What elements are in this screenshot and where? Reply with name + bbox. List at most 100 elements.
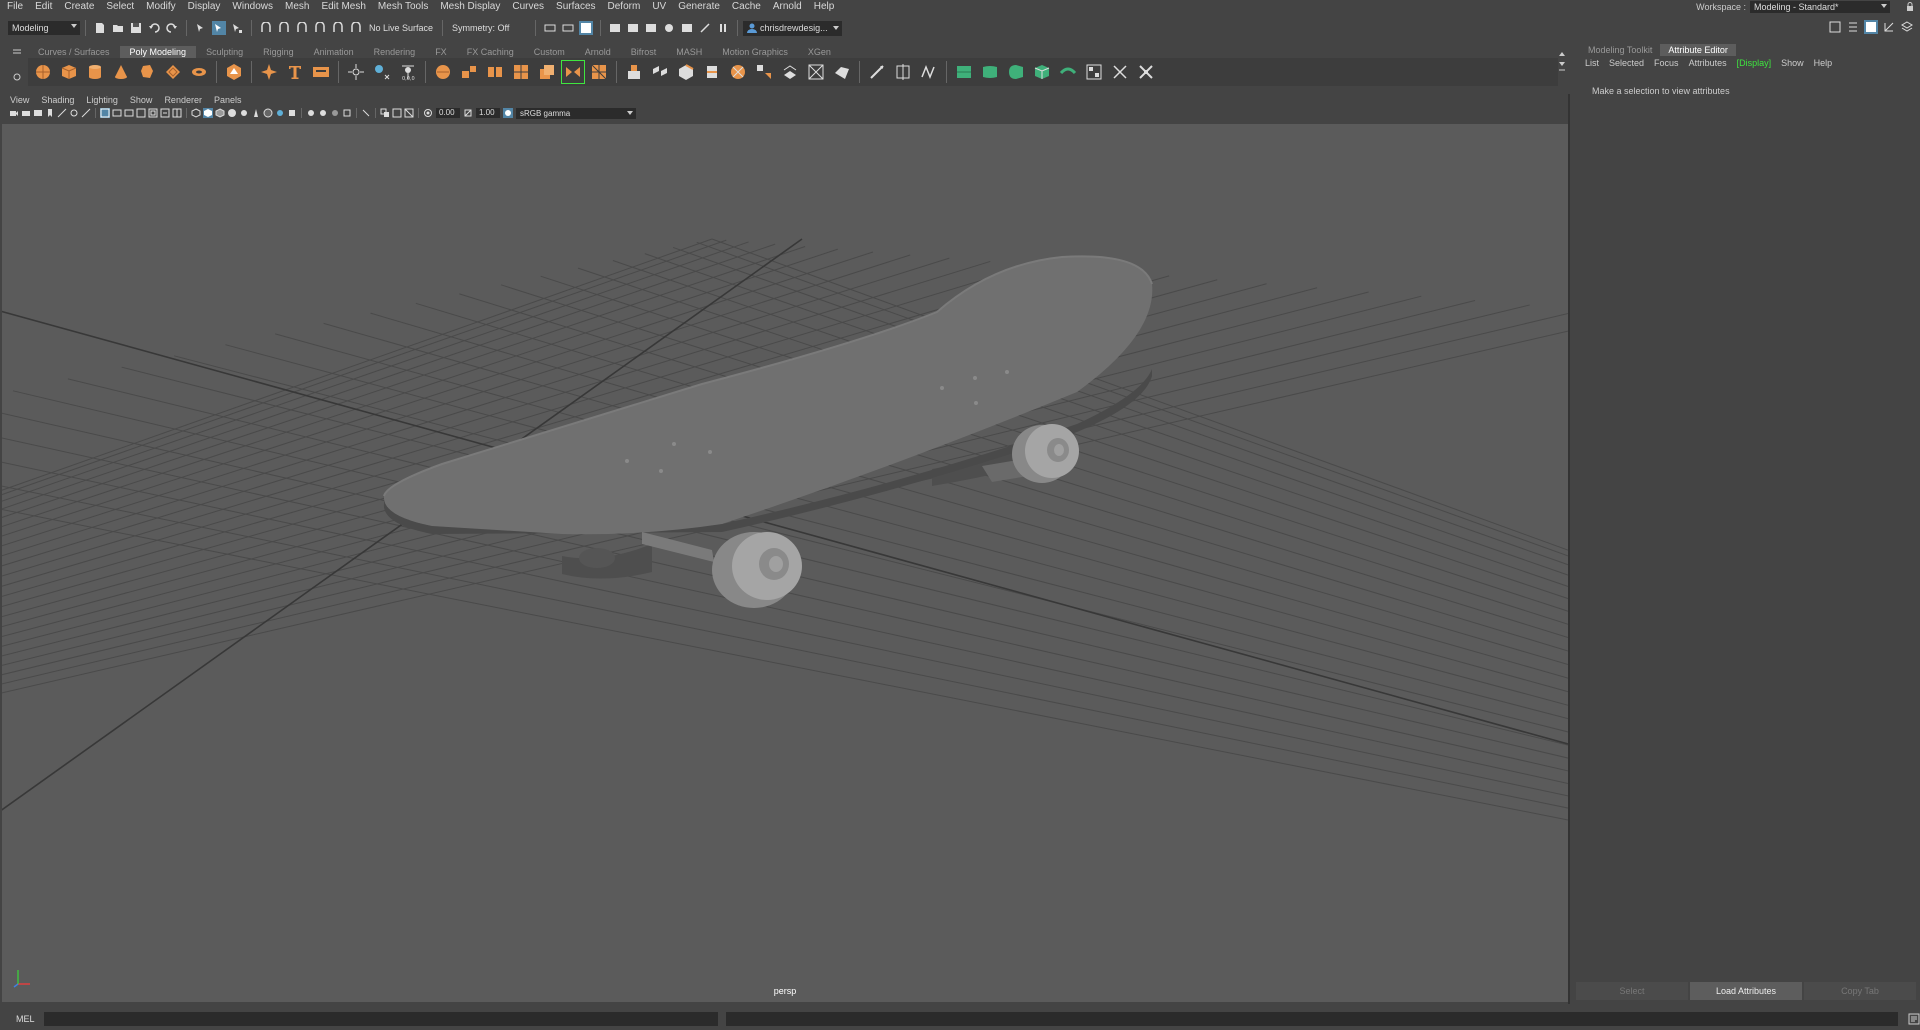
poly-cube-icon[interactable]: [58, 61, 80, 83]
multi-cut-icon[interactable]: [701, 61, 723, 83]
mel-command-input[interactable]: [43, 1012, 719, 1026]
move-tool-icon[interactable]: [345, 61, 367, 83]
append-polygon-icon[interactable]: [753, 61, 775, 83]
tab-attribute-editor[interactable]: Attribute Editor: [1660, 44, 1736, 56]
uv-automatic-icon[interactable]: [1031, 61, 1053, 83]
panel-menu-view[interactable]: View: [0, 94, 35, 106]
shelf-tab-custom[interactable]: Custom: [524, 46, 575, 58]
ipr-render-icon[interactable]: [626, 21, 640, 35]
menu-edit-mesh[interactable]: Edit Mesh: [315, 0, 371, 14]
crease-icon[interactable]: [918, 61, 940, 83]
snap-icon[interactable]: [349, 21, 363, 35]
input-ops-icon[interactable]: [543, 21, 557, 35]
camera-attributes-icon[interactable]: [21, 108, 31, 118]
bookmarks-icon[interactable]: [33, 108, 43, 118]
view-transform-dropdown[interactable]: sRGB gamma: [516, 107, 636, 119]
x-ray-icon[interactable]: [330, 108, 340, 118]
attr-menu-help[interactable]: Help: [1809, 57, 1838, 69]
textured-icon[interactable]: [227, 108, 237, 118]
toggle-layer-editor-icon[interactable]: [1900, 20, 1914, 34]
attr-menu-attributes[interactable]: Attributes: [1684, 57, 1732, 69]
menu-deform[interactable]: Deform: [602, 0, 647, 14]
toggle-channel-box-icon[interactable]: [1846, 20, 1860, 34]
shelf-tab-xgen[interactable]: XGen: [798, 46, 841, 58]
smooth-icon[interactable]: [510, 61, 532, 83]
3d-viewport[interactable]: persp: [2, 124, 1568, 1002]
open-scene-icon[interactable]: [111, 21, 125, 35]
grease-pencil-icon[interactable]: [69, 108, 79, 118]
menu-mesh-display[interactable]: Mesh Display: [434, 0, 506, 14]
shelf-tab-motion-graphics[interactable]: Motion Graphics: [712, 46, 798, 58]
snap-to-grid-icon[interactable]: [259, 21, 273, 35]
shelf-tab-arnold[interactable]: Arnold: [575, 46, 621, 58]
extract-icon[interactable]: [484, 61, 506, 83]
wireframe-shading-icon[interactable]: [191, 108, 201, 118]
panel-menu-panels[interactable]: Panels: [208, 94, 248, 106]
gate-mask-icon[interactable]: [124, 108, 134, 118]
panel-menu-lighting[interactable]: Lighting: [80, 94, 124, 106]
panel-menu-shading[interactable]: Shading: [35, 94, 80, 106]
svg-icon[interactable]: [310, 61, 332, 83]
shelf-scroll-arrows-icon[interactable]: [1558, 50, 1566, 74]
type-icon[interactable]: [284, 61, 306, 83]
wireframe-on-shaded-icon[interactable]: [215, 108, 225, 118]
select-by-component-icon[interactable]: [230, 21, 244, 35]
attr-menu-selected[interactable]: Selected: [1604, 57, 1649, 69]
exposure-icon[interactable]: [423, 108, 433, 118]
fill-hole-icon[interactable]: [727, 61, 749, 83]
save-scene-icon[interactable]: [129, 21, 143, 35]
select-by-object-icon[interactable]: [212, 21, 226, 35]
shelf-tab-fx-caching[interactable]: FX Caching: [457, 46, 524, 58]
snap-to-point-icon[interactable]: [295, 21, 309, 35]
toggle-modeling-toolkit-icon[interactable]: [1828, 20, 1842, 34]
screen-space-ao-icon[interactable]: [263, 108, 273, 118]
make-live-icon[interactable]: [331, 21, 345, 35]
attr-menu-list[interactable]: List: [1580, 57, 1604, 69]
color-management-icon[interactable]: [503, 108, 513, 118]
motion-blur-icon[interactable]: [275, 108, 285, 118]
wireframe-icon[interactable]: [100, 108, 110, 118]
redo-icon[interactable]: [165, 21, 179, 35]
bridge-icon[interactable]: [649, 61, 671, 83]
uv-cut-sew-icon[interactable]: [1109, 61, 1131, 83]
platonic-solid-icon[interactable]: [223, 61, 245, 83]
load-attributes-button[interactable]: Load Attributes: [1690, 982, 1802, 1000]
safe-title-icon[interactable]: [160, 108, 170, 118]
tab-modeling-toolkit[interactable]: Modeling Toolkit: [1580, 44, 1660, 56]
menu-curves[interactable]: Curves: [506, 0, 550, 14]
menu-generate[interactable]: Generate: [672, 0, 726, 14]
hud-toggle-icon[interactable]: [404, 108, 414, 118]
menu-cache[interactable]: Cache: [726, 0, 767, 14]
scene-canvas[interactable]: [2, 124, 1568, 1002]
target-weld-icon[interactable]: [831, 61, 853, 83]
lock-icon[interactable]: [1906, 2, 1914, 11]
mirror-icon[interactable]: [561, 60, 585, 84]
uv-editor-icon[interactable]: [1135, 61, 1157, 83]
center-pivot-icon[interactable]: 0,0,0: [397, 61, 419, 83]
sweep-mesh-icon[interactable]: [258, 61, 280, 83]
toggle-attribute-editor-icon[interactable]: [1864, 20, 1878, 34]
select-camera-icon[interactable]: [9, 108, 19, 118]
workspace-dropdown[interactable]: Modeling - Standard*: [1750, 1, 1890, 13]
slide-edge-icon[interactable]: [892, 61, 914, 83]
combine-icon[interactable]: [432, 61, 454, 83]
poly-cone-icon[interactable]: [110, 61, 132, 83]
poly-disc-icon[interactable]: [188, 61, 210, 83]
script-language-toggle[interactable]: MEL: [6, 1012, 40, 1026]
menu-edit[interactable]: Edit: [29, 0, 58, 14]
image-plane-icon[interactable]: [45, 108, 55, 118]
render-current-frame-icon[interactable]: [608, 21, 622, 35]
safe-action-icon[interactable]: [148, 108, 158, 118]
two-d-pan-zoom-icon[interactable]: [57, 108, 67, 118]
uv-planar-icon[interactable]: [953, 61, 975, 83]
menuset-dropdown[interactable]: Modeling: [8, 21, 80, 35]
shelf-menu-icon[interactable]: [10, 47, 24, 87]
field-chart-icon[interactable]: [136, 108, 146, 118]
separate-icon[interactable]: [458, 61, 480, 83]
light-editor-icon[interactable]: [698, 21, 712, 35]
live-surface-label[interactable]: No Live Surface: [365, 23, 437, 33]
camera-gamma-icon[interactable]: [392, 108, 402, 118]
gamma-icon[interactable]: [463, 108, 473, 118]
menu-mesh-tools[interactable]: Mesh Tools: [372, 0, 434, 14]
shelf-tab-sculpting[interactable]: Sculpting: [196, 46, 253, 58]
